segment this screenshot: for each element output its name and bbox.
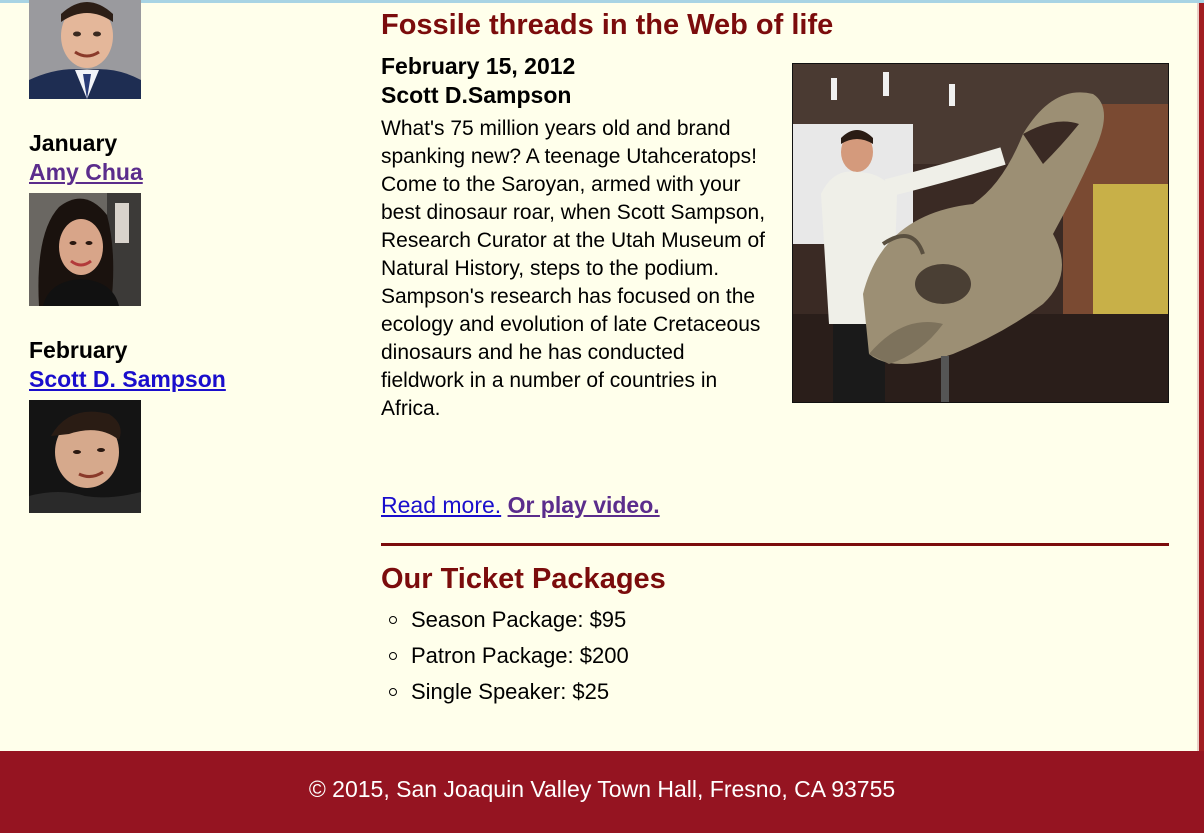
package-item: Season Package: $95 xyxy=(381,602,629,638)
package-label: Patron Package: $200 xyxy=(411,643,629,668)
speaker-photo-link[interactable] xyxy=(29,400,141,513)
package-label: Single Speaker: $25 xyxy=(411,679,610,704)
circle-bullet-icon xyxy=(389,652,397,660)
section-divider xyxy=(381,543,1169,546)
footer: © 2015, San Joaquin Valley Town Hall, Fr… xyxy=(0,751,1204,833)
package-item: Patron Package: $200 xyxy=(381,638,629,674)
speaker-photo xyxy=(29,400,141,513)
read-more-link[interactable]: Read more. xyxy=(381,492,501,518)
speaker-month: January xyxy=(29,130,118,156)
page-right-border-inner xyxy=(1197,3,1199,751)
speaker-dinosaur-photo xyxy=(792,63,1169,403)
play-video-link[interactable]: Or play video. xyxy=(508,492,660,518)
speaker-photo-link[interactable] xyxy=(29,193,141,306)
packages-title: Our Ticket Packages xyxy=(381,563,666,595)
speaker-photo xyxy=(29,0,141,99)
article-author: Scott D.Sampson xyxy=(381,82,572,108)
speaker-link-amy-chua[interactable]: Amy Chua xyxy=(29,158,143,186)
package-item: Single Speaker: $25 xyxy=(381,674,629,710)
article-title: Fossile threads in the Web of life xyxy=(381,9,834,41)
footer-text: © 2015, San Joaquin Valley Town Hall, Fr… xyxy=(308,776,896,802)
speaker-link-scott-sampson[interactable]: Scott D. Sampson xyxy=(29,365,226,393)
article-date: February 15, 2012 xyxy=(381,53,576,79)
window-top-border xyxy=(0,0,1204,3)
circle-bullet-icon xyxy=(389,616,397,624)
circle-bullet-icon xyxy=(389,688,397,696)
package-label: Season Package: $95 xyxy=(411,607,627,632)
speaker-month: February xyxy=(29,337,128,363)
article-links: Read more. Or play video. xyxy=(381,490,660,520)
speaker-photo-link[interactable] xyxy=(29,0,141,99)
article-body: What's 75 million years old and brand sp… xyxy=(381,117,766,420)
speaker-photo xyxy=(29,193,141,306)
packages-list: Season Package: $95 Patron Package: $200… xyxy=(381,602,629,710)
